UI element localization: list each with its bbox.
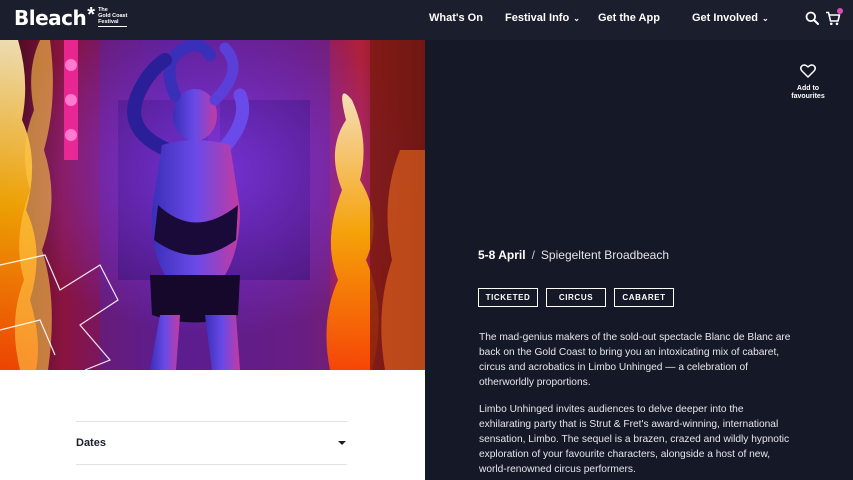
nav-get-involved[interactable]: Get Involved ⌄ [692, 12, 769, 24]
nav-label: What's On [429, 12, 483, 24]
chevron-down-icon: ⌄ [573, 13, 580, 23]
event-description-paragraph: The mad-genius makers of the sold-out sp… [479, 332, 791, 388]
nav-label: Get Involved [692, 12, 759, 24]
event-venue[interactable]: Spiegeltent Broadbeach [541, 248, 669, 262]
favourites-label-line: Add to [796, 85, 820, 92]
nav-label: Festival Info [505, 12, 570, 24]
cart-badge [837, 8, 843, 14]
top-navigation: Bleach * The Gold Coast Festival What's … [0, 0, 853, 40]
divider [76, 464, 347, 465]
bleach-logo[interactable]: Bleach * The Gold Coast Festival [14, 3, 128, 30]
tag-ticketed[interactable]: TICKETED [478, 288, 538, 307]
nav-festival-info[interactable]: Festival Info ⌄ [505, 12, 580, 24]
cart-icon[interactable] [825, 8, 843, 31]
event-meta: 5-8 April / Spiegeltent Broadbeach [478, 248, 669, 262]
add-to-favourites-button[interactable]: Add to favourites [783, 64, 833, 101]
logo-sub-line: Festival [98, 19, 119, 25]
event-tags: TICKETED CIRCUS CABARET [478, 288, 674, 307]
tag-circus[interactable]: CIRCUS [546, 288, 606, 307]
dates-label: Dates [76, 437, 106, 449]
nav-label: Get the App [598, 12, 660, 24]
event-date: 5-8 April [478, 248, 526, 262]
event-description-paragraph: Limbo Unhinged invites audiences to delv… [479, 404, 790, 475]
caret-down-icon [338, 441, 346, 445]
logo-subtitle: The Gold Coast Festival [98, 7, 128, 27]
divider [76, 421, 347, 422]
meta-separator: / [531, 248, 535, 262]
dates-accordion-toggle[interactable]: Dates [76, 431, 347, 455]
favourites-label-line: favourites [791, 93, 825, 100]
hero-image [0, 40, 425, 370]
search-icon[interactable] [805, 11, 819, 30]
favourites-label: Add to favourites [783, 85, 833, 101]
nav-get-the-app[interactable]: Get the App [598, 12, 660, 24]
nav-whats-on[interactable]: What's On [429, 12, 483, 24]
logo-wordmark: Bleach [14, 6, 87, 30]
tag-cabaret[interactable]: CABARET [614, 288, 674, 307]
chevron-down-icon: ⌄ [762, 13, 769, 23]
heart-icon [800, 64, 816, 78]
logo-star: * [87, 3, 96, 26]
